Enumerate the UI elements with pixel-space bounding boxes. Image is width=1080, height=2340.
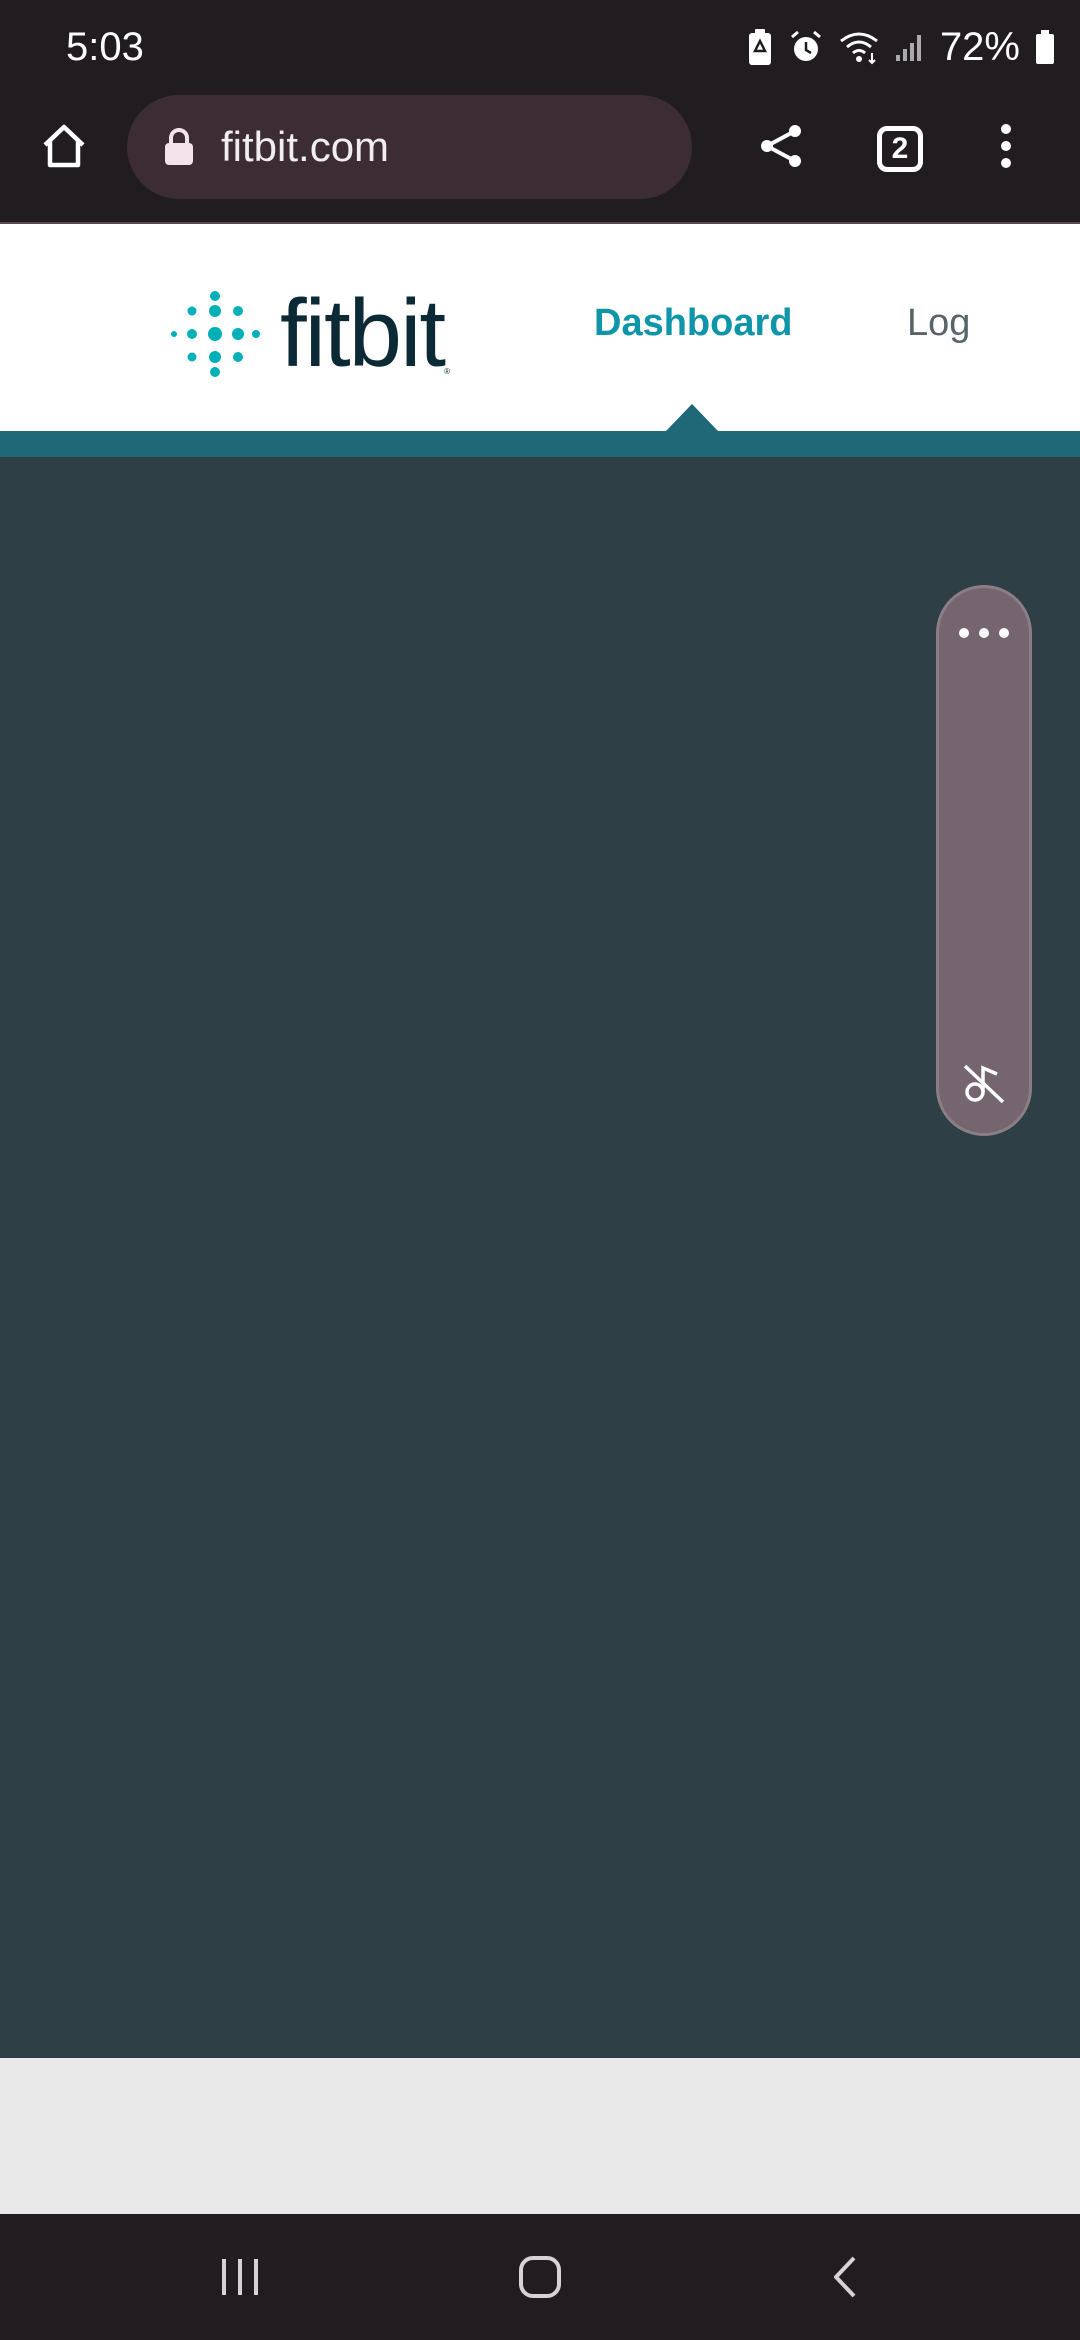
page-footer-area — [0, 2058, 1080, 2214]
back-icon — [834, 2256, 856, 2298]
nav-log[interactable]: Log — [907, 302, 970, 345]
status-time: 5:03 — [66, 25, 144, 69]
battery-icon — [1036, 30, 1054, 64]
tabs-button[interactable]: 2 — [877, 126, 923, 172]
browser-home-button[interactable] — [34, 116, 94, 176]
system-nav-bar — [0, 2214, 1080, 2340]
alarm-icon — [790, 30, 821, 61]
system-home-button[interactable] — [510, 2252, 570, 2302]
nav-dashboard[interactable]: Dashboard — [594, 302, 792, 345]
panel-mute-button[interactable] — [939, 1053, 1029, 1113]
browser-toolbar: fitbit.com 2 — [0, 95, 1080, 224]
nav-strip — [0, 431, 1080, 457]
share-icon — [761, 125, 801, 167]
recents-icon — [222, 2259, 258, 2295]
dashboard-content — [0, 457, 1080, 2058]
screen: 5:03 72% fitbit.com 2 fitbit ® Dashboard… — [0, 0, 1080, 2340]
battery-percent: 72% — [939, 25, 1020, 69]
active-nav-indicator — [666, 404, 718, 431]
recents-button[interactable] — [210, 2252, 270, 2302]
lock-icon — [165, 128, 193, 165]
signal-icon — [895, 35, 921, 61]
url-text: fitbit.com — [221, 123, 390, 170]
fitbit-logo-tm: ® — [444, 367, 450, 376]
share-button[interactable] — [752, 116, 812, 176]
mute-icon — [963, 1064, 1005, 1104]
status-icons: 72% — [746, 22, 1056, 72]
site-header: fitbit ® Dashboard Log — [0, 224, 1080, 431]
more-vert-icon — [1001, 124, 1011, 168]
panel-more-button[interactable] — [939, 618, 1029, 648]
browser-menu-button[interactable] — [990, 116, 1022, 176]
fitbit-logo[interactable]: fitbit ® — [170, 284, 450, 384]
battery-saver-icon — [748, 29, 771, 65]
fitbit-logo-text: fitbit — [280, 280, 446, 387]
address-bar[interactable]: fitbit.com — [127, 95, 692, 199]
wifi-icon — [840, 32, 878, 65]
home-icon — [43, 124, 85, 168]
back-button[interactable] — [815, 2252, 875, 2302]
fitbit-logo-icon — [171, 291, 260, 377]
more-horiz-icon — [959, 628, 1009, 638]
status-bar: 5:03 72% — [0, 0, 1080, 95]
floating-panel[interactable] — [936, 585, 1032, 1136]
home-button-icon — [519, 2256, 561, 2298]
